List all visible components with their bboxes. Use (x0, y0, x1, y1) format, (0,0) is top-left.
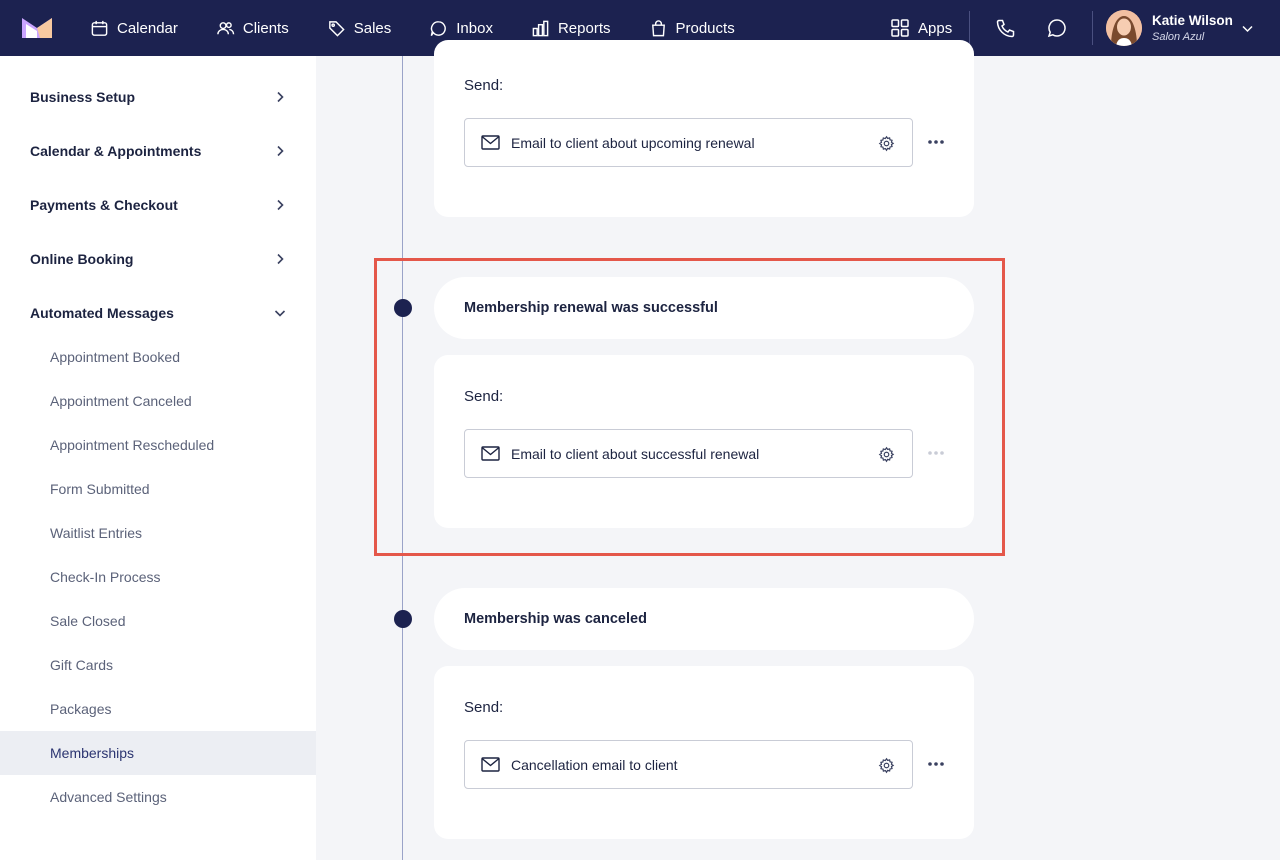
sidebar-section-automated-messages[interactable]: Automated Messages (0, 293, 316, 333)
nav-products-label: Products (675, 19, 735, 37)
sidebar-item-check-in-process[interactable]: Check-In Process (0, 555, 316, 599)
inbox-icon (430, 20, 447, 36)
sidebar-section-label: Automated Messages (30, 305, 174, 321)
mail-icon (481, 757, 500, 772)
nav-sales[interactable]: Sales (327, 0, 392, 56)
timeline-line (402, 56, 403, 860)
nav-sales-label: Sales (353, 19, 392, 37)
send-label: Send: (464, 699, 504, 716)
avatar-portrait-icon (1106, 10, 1142, 46)
topbar-divider (969, 11, 970, 45)
timeline-dot (394, 299, 412, 317)
nav-calendar-label: Calendar (117, 19, 178, 37)
chevron-right-icon (277, 253, 284, 265)
user-business-name: Salon Azul (1152, 31, 1205, 43)
sidebar-item-appointment-booked[interactable]: Appointment Booked (0, 335, 316, 379)
message-template-field[interactable]: Email to client about upcoming renewal (464, 118, 913, 167)
message-template-label: Email to client about successful renewal (511, 446, 760, 462)
sidebar-section-calendar-appointments[interactable]: Calendar & Appointments (0, 131, 316, 171)
sidebar-section-label: Payments & Checkout (30, 197, 178, 213)
nav-clients[interactable]: Clients (216, 0, 289, 56)
chevron-right-icon (277, 145, 284, 157)
message-template-label: Cancellation email to client (511, 757, 678, 773)
chevron-right-icon (277, 199, 284, 211)
event-title: Membership renewal was successful (464, 300, 718, 316)
event-card-membership-canceled: Send: Cancellation email to client (434, 666, 974, 839)
more-options-icon[interactable] (926, 448, 946, 458)
app-logo-icon[interactable] (22, 18, 52, 38)
sidebar-item-form-submitted[interactable]: Form Submitted (0, 467, 316, 511)
gear-icon[interactable] (878, 757, 895, 774)
users-icon (217, 21, 235, 34)
sidebar-section-online-booking[interactable]: Online Booking (0, 239, 316, 279)
message-template-label: Email to client about upcoming renewal (511, 135, 755, 151)
message-template-field[interactable]: Cancellation email to client (464, 740, 913, 789)
send-label: Send: (464, 77, 504, 94)
apps-grid-icon (891, 19, 909, 37)
calendar-icon (91, 20, 108, 36)
nav-inbox-label: Inbox (456, 19, 493, 37)
timeline-dot (394, 610, 412, 628)
settings-sidebar: Business Setup Calendar & Appointments P… (0, 56, 316, 860)
event-card-upcoming-renewal: Send: Email to client about upcoming ren… (434, 40, 974, 217)
sidebar-section-label: Business Setup (30, 89, 136, 105)
gear-icon[interactable] (878, 446, 895, 463)
sidebar-section-payments-checkout[interactable]: Payments & Checkout (0, 185, 316, 225)
sidebar-section-business-setup[interactable]: Business Setup (0, 77, 316, 117)
sidebar-section-label: Calendar & Appointments (30, 143, 202, 159)
sidebar-item-appointment-canceled[interactable]: Appointment Canceled (0, 379, 316, 423)
event-card-renewal-successful: Send: Email to client about successful r… (434, 355, 974, 528)
sidebar-item-packages[interactable]: Packages (0, 687, 316, 731)
chevron-down-icon (274, 310, 286, 317)
chevron-right-icon (277, 91, 284, 103)
nav-reports-label: Reports (557, 19, 611, 37)
send-label: Send: (464, 388, 504, 405)
apps-label: Apps (918, 19, 953, 37)
nav-calendar[interactable]: Calendar (90, 0, 178, 56)
sidebar-section-label: Online Booking (30, 251, 134, 267)
mail-icon (481, 135, 500, 150)
event-header-membership-canceled: Membership was canceled (434, 588, 974, 650)
more-options-icon[interactable] (926, 137, 946, 147)
sidebar-item-advanced-settings[interactable]: Advanced Settings (0, 775, 316, 819)
user-name: Katie Wilson (1152, 13, 1233, 28)
more-options-icon[interactable] (926, 759, 946, 769)
shopping-bag-icon (651, 19, 665, 36)
tag-icon (328, 20, 345, 37)
chat-icon[interactable] (1046, 17, 1068, 39)
sidebar-item-gift-cards[interactable]: Gift Cards (0, 643, 316, 687)
bar-chart-icon (532, 20, 549, 36)
nav-clients-label: Clients (242, 19, 289, 37)
gear-icon[interactable] (878, 135, 895, 152)
phone-icon[interactable] (995, 17, 1017, 39)
sidebar-item-appointment-rescheduled[interactable]: Appointment Rescheduled (0, 423, 316, 467)
event-header-renewal-successful: Membership renewal was successful (434, 277, 974, 339)
sidebar-item-sale-closed[interactable]: Sale Closed (0, 599, 316, 643)
message-template-field[interactable]: Email to client about successful renewal (464, 429, 913, 478)
chevron-down-icon[interactable] (1241, 22, 1254, 35)
user-avatar[interactable] (1106, 10, 1142, 46)
event-title: Membership was canceled (464, 611, 647, 627)
sidebar-item-memberships[interactable]: Memberships (0, 731, 316, 775)
sidebar-item-waitlist-entries[interactable]: Waitlist Entries (0, 511, 316, 555)
topbar-divider (1092, 11, 1093, 45)
mail-icon (481, 446, 500, 461)
